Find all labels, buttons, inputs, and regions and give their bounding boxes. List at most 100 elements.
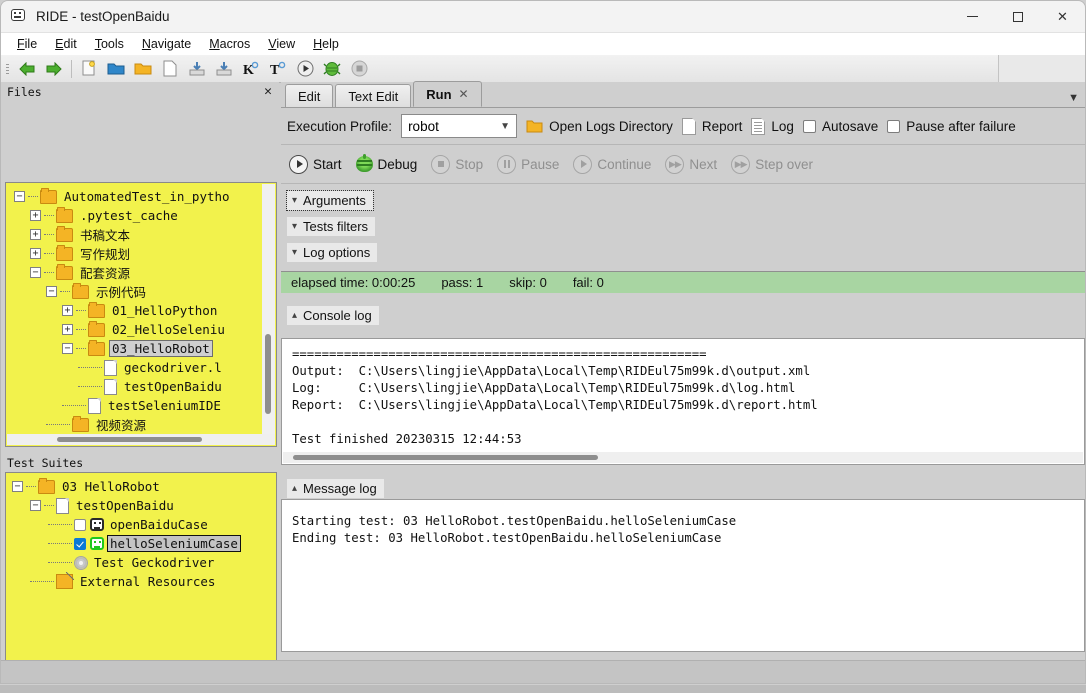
maximize-button[interactable] <box>995 1 1040 32</box>
expand-toggle-icon[interactable]: + <box>30 210 41 221</box>
tree-row-checkbox[interactable] <box>74 537 86 550</box>
menu-file[interactable]: File <box>9 35 45 53</box>
console-log-text: ========================================… <box>292 347 818 446</box>
save-all-icon[interactable] <box>211 57 237 81</box>
tab-overflow-chevron-down-icon[interactable]: ▼ <box>1068 92 1079 104</box>
open-folder-yellow-icon[interactable] <box>130 57 156 81</box>
debug-icon[interactable] <box>319 57 345 81</box>
files-tree-vertical-scrollbar[interactable] <box>262 184 275 445</box>
tab-run[interactable]: Run ✕ <box>413 81 482 107</box>
files-panel-close-icon[interactable]: ✕ <box>264 84 272 99</box>
open-folder-blue-icon[interactable] <box>103 57 129 81</box>
close-button[interactable]: ✕ <box>1040 1 1085 32</box>
tree-row[interactable]: +02_HelloSeleniu <box>6 320 276 339</box>
expand-toggle-icon[interactable]: + <box>30 229 41 240</box>
forward-arrow-icon[interactable] <box>41 57 67 81</box>
tree-row[interactable]: − AutomatedTest_in_pytho <box>6 187 276 206</box>
console-log-section-toggle[interactable]: ▴ Console log <box>287 306 379 325</box>
expand-toggle-icon[interactable]: + <box>30 248 41 259</box>
exec-start-button[interactable]: Start <box>289 154 342 174</box>
expand-toggle-icon[interactable]: + <box>62 305 73 316</box>
tree-row[interactable]: − 03 HelloRobot <box>6 477 276 496</box>
tree-row-label: .pytest_cache <box>80 208 178 223</box>
tree-row[interactable]: +01_HelloPython <box>6 301 276 320</box>
tab-text-edit[interactable]: Text Edit <box>335 84 412 107</box>
menu-navigate[interactable]: Navigate <box>134 35 199 53</box>
tree-row[interactable]: 视频资源 <box>6 415 276 434</box>
message-log-section-toggle[interactable]: ▴ Message log <box>287 479 384 498</box>
exec-debug-button[interactable]: Debug <box>355 154 417 172</box>
folder-icon <box>88 320 105 337</box>
execution-profile-select[interactable]: robot ▼ <box>401 114 518 138</box>
tree-row-checkbox[interactable] <box>74 518 86 531</box>
report-button[interactable]: Report <box>681 117 742 135</box>
expand-toggle-icon[interactable]: + <box>62 324 73 335</box>
keyword-search-icon[interactable]: K <box>238 57 264 81</box>
log-button[interactable]: Log <box>751 117 794 135</box>
tree-row[interactable]: + .pytest_cache <box>6 206 276 225</box>
tree-row[interactable]: + 写作规划 <box>6 244 276 263</box>
test-suites-tree[interactable]: − 03 HelloRobot − testOpenBaidu openBaiduCas… <box>5 472 277 683</box>
log-label: Log <box>771 118 794 134</box>
files-panel-title: Files <box>7 84 42 99</box>
message-log-label: Message log <box>303 481 377 496</box>
menu-tools[interactable]: Tools <box>87 35 132 53</box>
test-search-icon[interactable]: T <box>265 57 291 81</box>
exec-step-over-button: ▶▶ Step over <box>731 154 813 174</box>
tree-row-label: Test Geckodriver <box>94 555 215 570</box>
console-log-horizontal-scrollbar[interactable] <box>283 452 1083 463</box>
exec-label: Next <box>689 156 718 172</box>
autosave-checkbox[interactable]: Autosave <box>802 119 878 134</box>
tree-row[interactable]: testSeleniumIDE <box>6 396 276 415</box>
tree-connector <box>76 348 86 349</box>
main-toolbar: K T <box>1 55 1085 83</box>
tree-row[interactable]: testOpenBaidu <box>6 377 276 396</box>
tree-connector <box>48 543 72 544</box>
collapse-toggle-icon[interactable]: − <box>30 500 41 511</box>
collapse-toggle-icon[interactable]: − <box>14 191 25 202</box>
tree-row[interactable]: geckodriver.l <box>6 358 276 377</box>
tree-row[interactable]: External Resources <box>6 572 276 591</box>
collapse-toggle-icon[interactable]: − <box>46 286 57 297</box>
back-arrow-icon[interactable] <box>14 57 40 81</box>
arguments-section-toggle[interactable]: ▾ Arguments <box>286 190 374 211</box>
stop-icon[interactable] <box>346 57 372 81</box>
minimize-button[interactable] <box>950 1 995 32</box>
collapse-toggle-icon[interactable]: − <box>30 267 41 278</box>
tree-row[interactable]: helloSeleniumCase <box>6 534 276 553</box>
files-tree-horizontal-scrollbar[interactable] <box>7 434 275 445</box>
open-logs-directory-button[interactable]: Open Logs Directory <box>526 119 673 134</box>
menu-edit[interactable]: Edit <box>47 35 85 53</box>
log-options-section-toggle[interactable]: ▾ Log options <box>287 243 378 262</box>
toolbar-grip[interactable] <box>4 59 11 79</box>
new-file-icon[interactable] <box>157 57 183 81</box>
run-icon[interactable] <box>292 57 318 81</box>
tab-close-icon[interactable]: ✕ <box>459 87 469 101</box>
tab-edit[interactable]: Edit <box>285 84 334 107</box>
tree-row[interactable]: Test Geckodriver <box>6 553 276 572</box>
bug-icon <box>355 154 373 172</box>
exec-label: Pause <box>521 156 560 172</box>
menu-view[interactable]: View <box>260 35 303 53</box>
save-icon[interactable] <box>184 57 210 81</box>
tree-row[interactable]: + 书稿文本 <box>6 225 276 244</box>
tree-row[interactable]: − 03_HelloRobot <box>6 339 276 358</box>
new-project-icon[interactable] <box>76 57 102 81</box>
tree-row[interactable]: openBaiduCase <box>6 515 276 534</box>
console-log-pane[interactable]: ========================================… <box>281 338 1085 465</box>
files-tree[interactable]: − AutomatedTest_in_pytho + .pytest_cache + 书稿… <box>5 182 277 447</box>
tree-row[interactable]: − testOpenBaidu <box>6 496 276 515</box>
collapse-toggle-icon[interactable]: − <box>12 481 23 492</box>
tests-filters-section-toggle[interactable]: ▾ Tests filters <box>287 217 376 236</box>
file-icon <box>104 359 117 376</box>
execution-profile-label: Execution Profile: <box>287 118 393 134</box>
execution-profile-value: robot <box>408 118 439 134</box>
folder-icon <box>88 339 105 356</box>
menu-macros[interactable]: Macros <box>201 35 258 53</box>
collapse-toggle-icon[interactable]: − <box>62 343 73 354</box>
tree-row[interactable]: − 示例代码 <box>6 282 276 301</box>
tree-row[interactable]: − 配套资源 <box>6 263 276 282</box>
menu-help[interactable]: Help <box>305 35 347 53</box>
pause-after-failure-checkbox[interactable]: Pause after failure <box>887 119 1016 134</box>
message-log-pane[interactable]: Starting test: 03 HelloRobot.testOpenBai… <box>281 499 1085 652</box>
